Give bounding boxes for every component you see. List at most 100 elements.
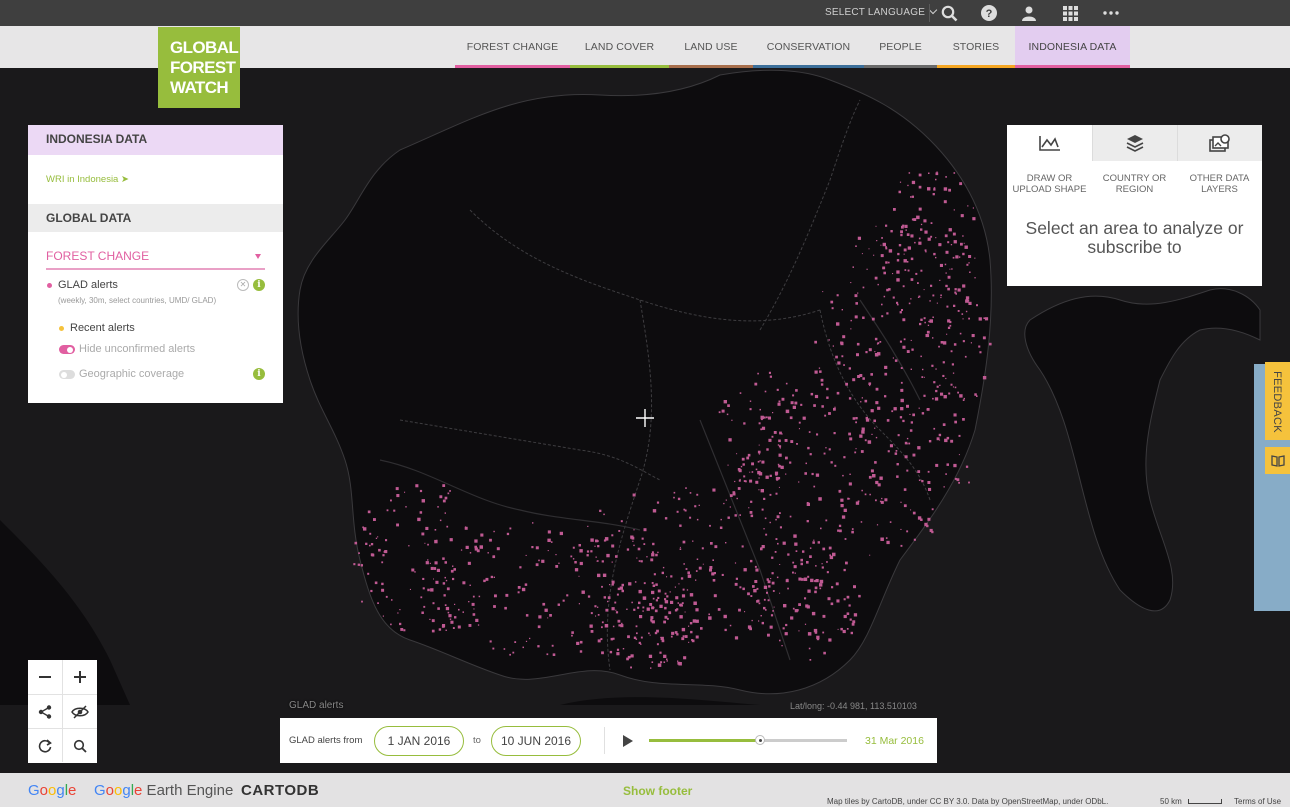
indonesia-data-header[interactable]: INDONESIA DATA <box>28 125 283 155</box>
search-icon[interactable] <box>931 0 967 26</box>
alert-point <box>452 565 454 567</box>
tab-country-region[interactable] <box>1092 125 1177 161</box>
alert-point <box>578 575 580 577</box>
apps-grid-icon[interactable] <box>1052 0 1088 26</box>
alert-point <box>794 572 796 574</box>
reset-button[interactable] <box>28 729 62 763</box>
remove-layer-icon[interactable]: ✕ <box>237 279 249 291</box>
alert-point <box>709 568 712 572</box>
alert-point <box>740 465 743 468</box>
alert-point <box>785 409 790 414</box>
nav-stories[interactable]: STORIES <box>937 26 1015 68</box>
caret-down-icon <box>255 254 261 259</box>
nav-conservation[interactable]: CONSERVATION <box>753 26 864 68</box>
zoom-in-button[interactable] <box>63 660 97 694</box>
google-logo[interactable]: Google <box>28 782 76 799</box>
alert-point <box>493 576 495 578</box>
nav-land-cover[interactable]: LAND COVER <box>570 26 669 68</box>
gfw-logo[interactable]: GLOBAL FOREST WATCH <box>158 27 240 108</box>
alert-point <box>938 433 942 437</box>
user-icon[interactable] <box>1011 0 1047 26</box>
alert-point <box>826 387 829 391</box>
language-selector[interactable]: SELECT LANGUAGE <box>825 5 938 18</box>
play-icon[interactable] <box>623 735 633 747</box>
alert-point <box>793 534 797 538</box>
alert-point <box>579 561 583 566</box>
alert-point <box>525 554 527 556</box>
alert-point <box>676 633 679 636</box>
timeline-handle[interactable] <box>754 735 765 745</box>
alert-point <box>357 563 360 566</box>
alert-point <box>974 257 976 259</box>
alert-point <box>892 273 894 275</box>
feedback-button[interactable]: FEEDBACK <box>1265 362 1290 440</box>
alert-point <box>972 217 976 221</box>
help-icon[interactable]: ? <box>971 0 1007 26</box>
alert-point <box>882 242 886 247</box>
google-earth-engine-logo[interactable]: Google Earth Engine <box>94 782 233 799</box>
alert-point <box>936 171 938 173</box>
info-icon[interactable]: i <box>253 279 265 291</box>
alert-point <box>757 372 759 375</box>
alert-point <box>778 445 782 448</box>
alert-point <box>604 624 609 628</box>
layers-icon <box>1126 135 1144 152</box>
alert-point <box>906 261 909 263</box>
alert-point <box>952 232 956 236</box>
alert-point <box>945 473 947 475</box>
alert-point <box>685 487 687 489</box>
alert-point <box>634 581 637 583</box>
nav-land-use[interactable]: LAND USE <box>669 26 753 68</box>
alert-point <box>727 464 729 466</box>
alert-point <box>621 589 624 593</box>
alert-point <box>590 612 593 615</box>
alert-point <box>948 188 951 192</box>
zoom-out-button[interactable] <box>28 660 62 694</box>
alert-point <box>767 599 770 602</box>
global-data-header[interactable]: GLOBAL DATA <box>28 204 283 232</box>
timeline-track[interactable] <box>649 735 847 745</box>
forest-change-dropdown[interactable]: FOREST CHANGE <box>46 249 265 270</box>
show-footer-link[interactable]: Show footer <box>623 784 692 798</box>
alert-point <box>505 593 509 597</box>
nav-indonesia-data[interactable]: INDONESIA DATA <box>1015 26 1130 68</box>
tab-draw-shape[interactable] <box>1007 125 1092 161</box>
alert-point <box>449 538 453 542</box>
alert-point <box>681 605 683 607</box>
alert-point <box>454 616 457 619</box>
alert-point <box>689 492 692 494</box>
nav-people[interactable]: PEOPLE <box>864 26 937 68</box>
search-map-button[interactable] <box>63 729 97 763</box>
wri-indonesia-link[interactable]: WRI in Indonesia ➤ <box>46 174 129 185</box>
alert-point <box>637 606 640 609</box>
hide-panels-button[interactable] <box>63 695 97 729</box>
alert-point <box>928 440 932 443</box>
cartodb-logo[interactable]: CARTODB <box>241 782 319 799</box>
alert-point <box>452 577 455 581</box>
terms-link[interactable]: Terms of Use <box>1234 797 1281 806</box>
alert-point <box>766 448 769 451</box>
from-date-picker[interactable]: 1 JAN 2016 <box>374 726 464 756</box>
alert-point <box>809 659 812 661</box>
alert-point <box>907 246 911 250</box>
to-date-picker[interactable]: 10 JUN 2016 <box>491 726 581 756</box>
geographic-coverage-toggle[interactable] <box>59 370 75 379</box>
info-icon[interactable]: i <box>253 368 265 380</box>
alert-point <box>768 585 771 588</box>
nav-forest-change[interactable]: FOREST CHANGE <box>455 26 570 68</box>
alert-point <box>636 632 638 635</box>
glad-layer-name[interactable]: GLAD alerts <box>58 279 118 291</box>
alert-point <box>921 412 925 415</box>
more-icon[interactable] <box>1093 0 1129 26</box>
alert-point <box>869 382 872 385</box>
alert-point <box>911 180 916 185</box>
alert-point <box>918 173 922 177</box>
alert-point <box>845 382 848 386</box>
hide-unconfirmed-toggle[interactable] <box>59 345 75 354</box>
alert-point <box>810 392 814 396</box>
alert-point <box>626 548 630 551</box>
alert-point <box>815 473 820 477</box>
guide-button[interactable] <box>1265 447 1290 474</box>
share-button[interactable] <box>28 695 62 729</box>
tab-other-data-layers[interactable] <box>1177 125 1262 161</box>
